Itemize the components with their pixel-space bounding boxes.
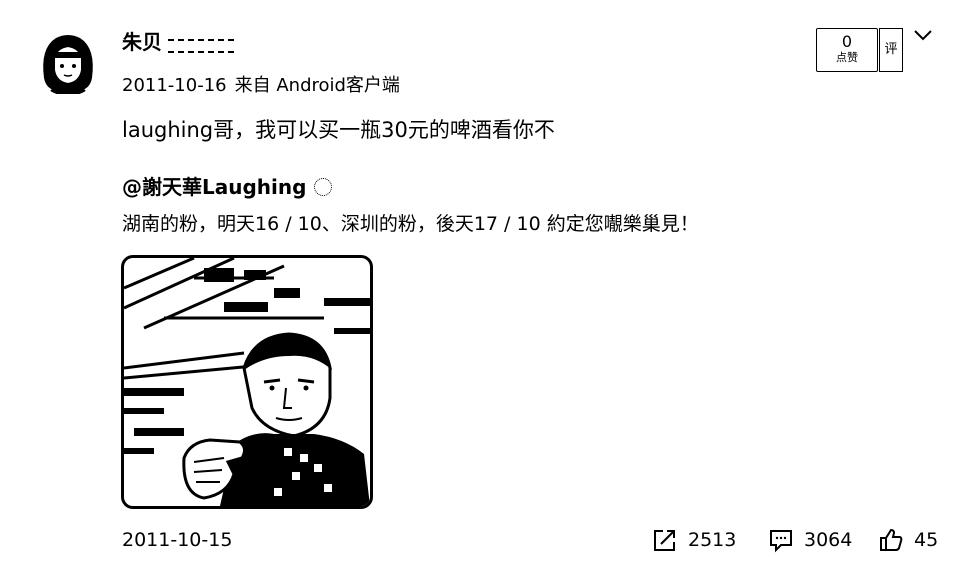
side-mark[interactable]: 评 [879,28,903,72]
avatar-image [43,35,93,94]
like-count-box[interactable]: 0 点赞 [816,28,878,72]
post-text: laughing哥，我可以买一瓶30元的啤酒看你不 [122,118,555,142]
post-menu-button[interactable] [910,22,936,48]
share-icon [654,530,675,551]
post-date[interactable]: 2011-10-16 [122,75,227,96]
quoted-date[interactable]: 2011-10-15 [122,528,232,552]
quoted-author[interactable]: @謝天華Laughing [122,174,333,200]
like-box-count: 0 [841,32,853,51]
post-meta: 2011-10-16 来自 Android客户端 [122,74,400,98]
like-box-label: 点赞 [836,51,858,64]
thumbs-up-icon [880,528,903,551]
quoted-author-name[interactable]: @謝天華Laughing [122,175,306,199]
like-count: 45 [914,529,939,551]
quoted-text: 湖南的粉，明天16 / 10、深圳的粉，後天17 / 10 約定您𡃁樂巢見！ [122,213,699,235]
share-button[interactable]: 2513 [652,526,736,554]
quoted-photo[interactable] [121,255,373,509]
comment-count: 3064 [804,529,853,551]
post-source-prefix: 来自 [234,75,271,96]
like-button[interactable]: 45 [878,526,938,554]
photo-image [124,258,370,506]
chevron-down-icon [914,30,932,41]
comment-icon [770,530,792,553]
redaction-bar [168,39,234,53]
verified-badge-icon [314,178,333,196]
author-avatar[interactable] [34,28,102,96]
author-name[interactable]: 朱贝 [122,30,162,54]
comment-button[interactable]: 3064 [768,526,852,554]
share-count: 2513 [688,529,737,551]
post-source: Android客户端 [276,75,400,96]
